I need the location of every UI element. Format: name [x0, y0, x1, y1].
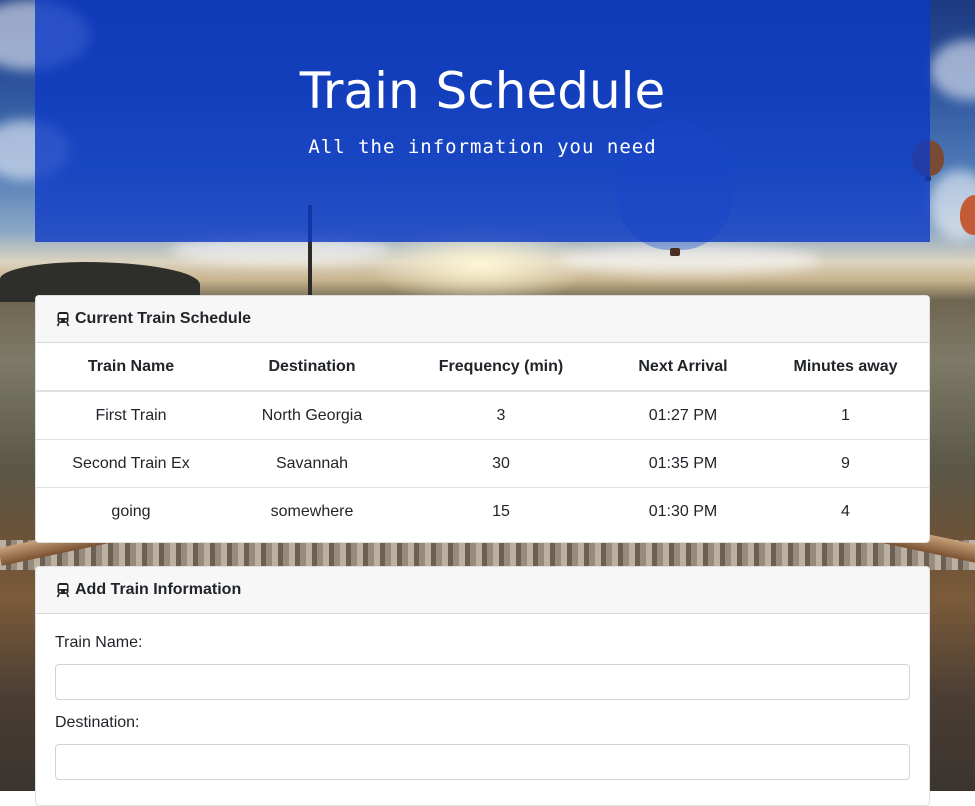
- table-row: Second Train Ex Savannah 30 01:35 PM 9: [36, 439, 929, 488]
- column-header-frequency: Frequency (min): [398, 343, 604, 392]
- cell-destination: Savannah: [226, 439, 398, 488]
- table-header-row: Train Name Destination Frequency (min) N…: [36, 343, 929, 392]
- destination-input[interactable]: [55, 744, 910, 780]
- cell-next-arrival: 01:30 PM: [604, 487, 762, 535]
- add-train-form: Train Name: Destination:: [36, 614, 929, 780]
- destination-label: Destination:: [55, 714, 140, 731]
- cell-next-arrival: 01:35 PM: [604, 439, 762, 488]
- cell-destination: somewhere: [226, 487, 398, 535]
- train-icon: [55, 582, 71, 598]
- cell-frequency: 15: [398, 487, 604, 535]
- schedule-card-header: Current Train Schedule: [36, 296, 929, 343]
- page-title: Train Schedule: [299, 62, 666, 120]
- cell-minutes-away: 4: [762, 487, 929, 535]
- cell-frequency: 30: [398, 439, 604, 488]
- cell-next-arrival: 01:27 PM: [648, 406, 718, 424]
- table-row: going somewhere 15 01:30 PM 4: [36, 487, 929, 535]
- cell-destination: North Georgia: [261, 406, 363, 424]
- train-name-group: Train Name:: [55, 634, 910, 700]
- add-train-card: Add Train Information Train Name: Destin…: [35, 566, 930, 806]
- schedule-card-title: Current Train Schedule: [75, 310, 252, 327]
- page-subtitle: All the information you need: [308, 136, 657, 158]
- table-row: First Train North Georgia 3 01:27 PM 1: [36, 391, 929, 440]
- train-name-label: Train Name:: [55, 634, 143, 651]
- column-header-train-name: Train Name: [36, 343, 226, 392]
- cell-minutes-away: 1: [841, 406, 850, 424]
- header-jumbotron: Train Schedule All the information you n…: [35, 0, 930, 242]
- cell-train-name: Second Train Ex: [36, 439, 226, 488]
- cell-train-name: First Train: [95, 406, 167, 424]
- cell-train-name: going: [36, 487, 226, 535]
- add-train-card-header: Add Train Information: [36, 567, 929, 614]
- schedule-table: Train Name Destination Frequency (min) N…: [36, 343, 929, 535]
- cell-minutes-away: 9: [762, 439, 929, 488]
- cell-frequency: 3: [496, 406, 506, 424]
- train-icon: [55, 311, 71, 327]
- column-header-minutes-away: Minutes away: [762, 343, 929, 392]
- add-train-card-title: Add Train Information: [75, 581, 242, 598]
- destination-group: Destination:: [55, 714, 910, 780]
- column-header-destination: Destination: [226, 343, 398, 392]
- train-name-input[interactable]: [55, 664, 910, 700]
- column-header-next-arrival: Next Arrival: [604, 343, 762, 392]
- schedule-card: Current Train Schedule Train Name Destin…: [35, 295, 930, 543]
